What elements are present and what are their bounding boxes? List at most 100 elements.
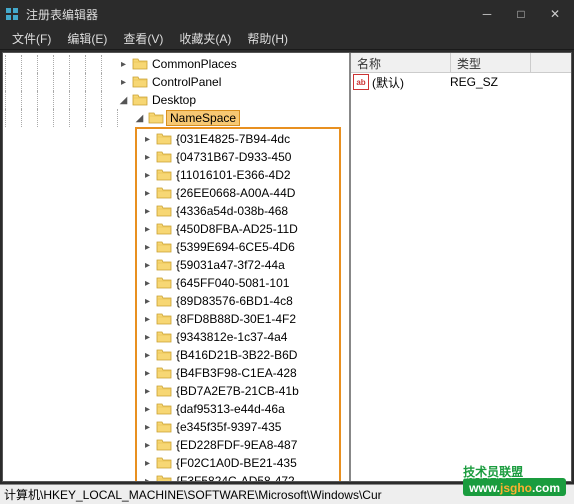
folder-icon bbox=[156, 186, 172, 200]
tree-pane[interactable]: ▸CommonPlaces▸ControlPanel◢Desktop◢NameS… bbox=[3, 53, 351, 481]
tree-node[interactable]: ▸{daf95313-e44d-46a bbox=[137, 400, 339, 418]
col-type[interactable]: 类型 bbox=[451, 53, 531, 72]
menubar: 文件(F) 编辑(E) 查看(V) 收藏夹(A) 帮助(H) bbox=[0, 28, 574, 50]
tree-label: {B416D21B-3B22-B6D bbox=[174, 348, 299, 362]
tree-label: {5399E694-6CE5-4D6 bbox=[174, 240, 297, 254]
folder-icon bbox=[156, 438, 172, 452]
folder-icon bbox=[156, 384, 172, 398]
tree-node-desktop[interactable]: ◢Desktop bbox=[5, 91, 349, 109]
tree-node-namespace[interactable]: ◢ NameSpace bbox=[5, 109, 349, 127]
tree-node[interactable]: ▸{450D8FBA-AD25-11D bbox=[137, 220, 339, 238]
tree-node[interactable]: ▸ CommonPlaces bbox=[5, 55, 349, 73]
tree-node[interactable]: ▸ {26EE0668-A00A-44D bbox=[137, 184, 339, 202]
expand-icon[interactable]: ▸ bbox=[117, 58, 130, 71]
maximize-button[interactable]: □ bbox=[506, 4, 536, 24]
tree-node[interactable]: ▸ {F3F5824C-AD58-472 bbox=[137, 472, 339, 481]
expand-icon[interactable]: ▸ bbox=[141, 223, 154, 236]
expand-icon[interactable]: ▸ bbox=[141, 169, 154, 182]
app-icon bbox=[4, 6, 20, 22]
expand-icon[interactable]: ▸ bbox=[141, 151, 154, 164]
tree-label: {645FF040-5081-101 bbox=[174, 276, 291, 290]
expand-icon[interactable]: ▸ bbox=[141, 205, 154, 218]
folder-icon bbox=[156, 420, 172, 434]
tree-node[interactable]: ▸ {F02C1A0D-BE21-435 bbox=[137, 454, 339, 472]
list-pane[interactable]: 名称 类型 ab (默认) REG_SZ bbox=[351, 53, 571, 481]
collapse-icon[interactable]: ◢ bbox=[117, 94, 130, 107]
expand-icon[interactable]: ▸ bbox=[141, 475, 154, 482]
expand-icon[interactable]: ▸ bbox=[141, 133, 154, 146]
list-row[interactable]: ab (默认) REG_SZ bbox=[351, 73, 571, 91]
folder-icon bbox=[132, 93, 148, 107]
tree-label: CommonPlaces bbox=[150, 57, 239, 71]
tree-node[interactable]: ▸ {031E4825-7B94-4dc bbox=[137, 130, 339, 148]
expand-icon[interactable]: ▸ bbox=[141, 295, 154, 308]
folder-icon bbox=[156, 258, 172, 272]
menu-view[interactable]: 查看(V) bbox=[115, 28, 171, 49]
list-header: 名称 类型 bbox=[351, 53, 571, 73]
tree-node[interactable]: ▸ {4336a54d-038b-468 bbox=[137, 202, 339, 220]
col-name[interactable]: 名称 bbox=[351, 53, 451, 72]
tree-node[interactable]: ▸ {645FF040-5081-101 bbox=[137, 274, 339, 292]
tree-label: {B4FB3F98-C1EA-428 bbox=[174, 366, 299, 380]
expand-icon[interactable]: ▸ bbox=[141, 439, 154, 452]
minimize-button[interactable]: ─ bbox=[472, 4, 502, 24]
expand-icon[interactable]: ▸ bbox=[141, 457, 154, 470]
tree-label-selected: NameSpace bbox=[166, 110, 240, 126]
expand-icon[interactable]: ▸ bbox=[141, 367, 154, 380]
collapse-icon[interactable]: ◢ bbox=[133, 112, 146, 125]
tree-node[interactable]: ▸{9343812e-1c37-4a4 bbox=[137, 328, 339, 346]
folder-icon bbox=[156, 366, 172, 380]
tree-label: {F3F5824C-AD58-472 bbox=[174, 474, 297, 481]
tree-label: {26EE0668-A00A-44D bbox=[174, 186, 297, 200]
tree-node[interactable]: ▸{ED228FDF-9EA8-487 bbox=[137, 436, 339, 454]
folder-icon bbox=[156, 204, 172, 218]
menu-help[interactable]: 帮助(H) bbox=[239, 28, 296, 49]
tree-node[interactable]: ▸{59031a47-3f72-44a bbox=[137, 256, 339, 274]
tree-label: {4336a54d-038b-468 bbox=[174, 204, 290, 218]
tree-label: {F02C1A0D-BE21-435 bbox=[174, 456, 299, 470]
window-title: 注册表编辑器 bbox=[26, 6, 472, 23]
tree-node[interactable]: ▸ ControlPanel bbox=[5, 73, 349, 91]
menu-edit[interactable]: 编辑(E) bbox=[59, 28, 115, 49]
folder-icon bbox=[156, 312, 172, 326]
tree-node[interactable]: ▸ {5399E694-6CE5-4D6 bbox=[137, 238, 339, 256]
tree-label: ControlPanel bbox=[150, 75, 223, 89]
folder-icon bbox=[156, 330, 172, 344]
tree-label: {BD7A2E7B-21CB-41b bbox=[174, 384, 301, 398]
expand-icon[interactable]: ▸ bbox=[141, 403, 154, 416]
folder-icon bbox=[156, 402, 172, 416]
tree-node[interactable]: ▸ {04731B67-D933-450 bbox=[137, 148, 339, 166]
folder-icon bbox=[156, 456, 172, 470]
tree-node[interactable]: ▸ {B416D21B-3B22-B6D bbox=[137, 346, 339, 364]
tree-node[interactable]: ▸{8FD8B88D-30E1-4F2 bbox=[137, 310, 339, 328]
tree-label: {04731B67-D933-450 bbox=[174, 150, 293, 164]
menu-file[interactable]: 文件(F) bbox=[4, 28, 59, 49]
expand-icon[interactable]: ▸ bbox=[141, 385, 154, 398]
folder-icon bbox=[156, 222, 172, 236]
tree-label: {11016101-E366-4D2 bbox=[174, 168, 293, 182]
folder-icon bbox=[156, 348, 172, 362]
tree-node[interactable]: ▸ {B4FB3F98-C1EA-428 bbox=[137, 364, 339, 382]
expand-icon[interactable]: ▸ bbox=[141, 331, 154, 344]
expand-icon[interactable]: ▸ bbox=[117, 76, 130, 89]
tree-label: {031E4825-7B94-4dc bbox=[174, 132, 292, 146]
tree-node[interactable]: ▸{e345f35f-9397-435 bbox=[137, 418, 339, 436]
expand-icon[interactable]: ▸ bbox=[141, 187, 154, 200]
menu-favorites[interactable]: 收藏夹(A) bbox=[171, 28, 239, 49]
folder-icon bbox=[148, 111, 164, 125]
close-button[interactable]: ✕ bbox=[540, 4, 570, 24]
namespace-children-group: ▸{031E4825-7B94-4dc▸{04731B67-D933-450▸{… bbox=[135, 127, 341, 481]
tree-node[interactable]: ▸ {11016101-E366-4D2 bbox=[137, 166, 339, 184]
expand-icon[interactable]: ▸ bbox=[141, 241, 154, 254]
expand-icon[interactable]: ▸ bbox=[141, 349, 154, 362]
expand-icon[interactable]: ▸ bbox=[141, 313, 154, 326]
value-type: REG_SZ bbox=[450, 75, 498, 89]
folder-icon bbox=[156, 132, 172, 146]
expand-icon[interactable]: ▸ bbox=[141, 421, 154, 434]
folder-icon bbox=[156, 240, 172, 254]
titlebar: 注册表编辑器 ─ □ ✕ bbox=[0, 0, 574, 28]
tree-node[interactable]: ▸{89D83576-6BD1-4c8 bbox=[137, 292, 339, 310]
expand-icon[interactable]: ▸ bbox=[141, 259, 154, 272]
tree-node[interactable]: ▸ {BD7A2E7B-21CB-41b bbox=[137, 382, 339, 400]
expand-icon[interactable]: ▸ bbox=[141, 277, 154, 290]
